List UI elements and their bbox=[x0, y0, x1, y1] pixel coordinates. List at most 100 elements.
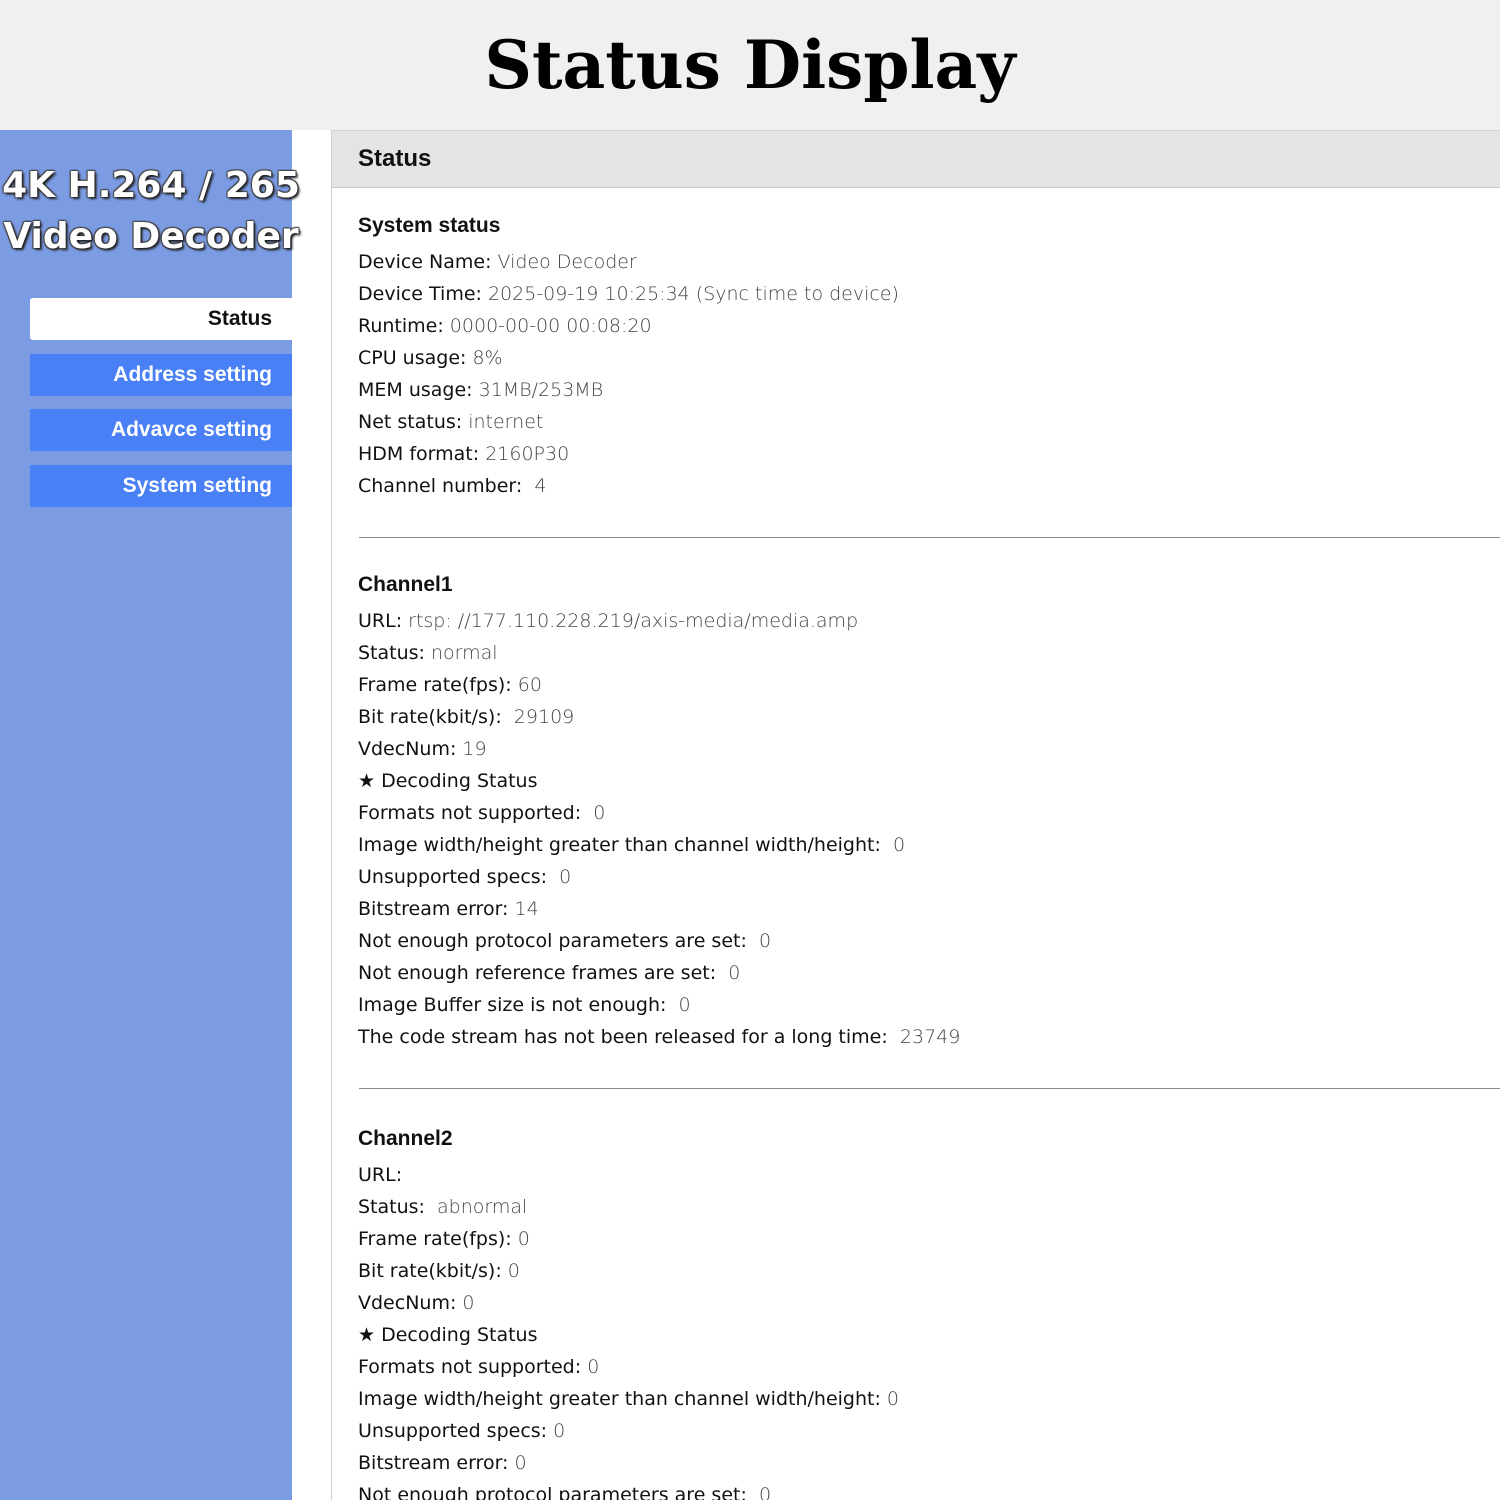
channel1-row: VdecNum: 19 bbox=[358, 738, 487, 760]
channel2-row-value: 0 bbox=[746, 1484, 772, 1500]
sidebar-item-system-setting[interactable]: System setting bbox=[30, 465, 292, 507]
top-header: Status Display bbox=[0, 0, 1500, 130]
system-status-row: CPU usage: 8% bbox=[358, 347, 503, 369]
channel1-row: ★ Decoding Status bbox=[358, 770, 538, 792]
sidebar-item-advance-setting[interactable]: Advavce setting bbox=[30, 409, 292, 451]
channel1-row: Image width/height greater than channel … bbox=[358, 834, 905, 856]
channel2-row-label: Status: bbox=[358, 1196, 425, 1218]
brand-line-2: Video Decoder bbox=[3, 216, 299, 257]
channel1-row-label: Image Buffer size is not enough: bbox=[358, 994, 667, 1016]
channel2-row-label: Image width/height greater than channel … bbox=[358, 1388, 881, 1410]
channel1-row: Image Buffer size is not enough: 0 bbox=[358, 994, 691, 1016]
system-status-row-label: MEM usage: bbox=[358, 379, 473, 401]
system-status-row: Runtime: 0000-00-00 00:08:20 bbox=[358, 315, 652, 337]
channel1-row-value: 19 bbox=[456, 738, 487, 760]
channel1-row: Bitstream error: 14 bbox=[358, 898, 539, 920]
channel1-row: Not enough reference frames are set: 0 bbox=[358, 962, 740, 984]
channel1-row-value: 0 bbox=[581, 802, 606, 824]
system-status-row-value: 31MB/253MB bbox=[472, 379, 604, 401]
channel2-row: Unsupported specs: 0 bbox=[358, 1420, 565, 1442]
channel1-row-value: rtsp: //177.110.228.219/axis-media/media… bbox=[402, 610, 859, 632]
channel1-row-value: 0 bbox=[666, 994, 691, 1016]
page-title: Status Display bbox=[484, 26, 1016, 104]
system-status-row-value: internet bbox=[462, 411, 544, 433]
system-status-row-value: 8% bbox=[466, 347, 503, 369]
channel1-row-value: 0 bbox=[746, 930, 772, 952]
channel1-row-label: Not enough protocol parameters are set: bbox=[358, 930, 747, 952]
channel2-row-label: Bit rate(kbit/s): bbox=[358, 1260, 502, 1282]
channel2-row: Bit rate(kbit/s): 0 bbox=[358, 1260, 520, 1282]
channel1-row: URL: rtsp: //177.110.228.219/axis-media/… bbox=[358, 610, 858, 632]
system-status-row-label: CPU usage: bbox=[358, 347, 467, 369]
system-status-row-value: 2160P30 bbox=[479, 443, 570, 465]
system-status-row-value: 2025-09-19 10:25:34 (Sync time to device… bbox=[481, 283, 899, 305]
channel1-row-label: Image width/height greater than channel … bbox=[358, 834, 881, 856]
channel2-row-value: 0 bbox=[547, 1420, 566, 1442]
channel2-row: ★ Decoding Status bbox=[358, 1324, 538, 1346]
channel2-row-value: 0 bbox=[456, 1292, 475, 1314]
sidebar-item-address-setting[interactable]: Address setting bbox=[30, 354, 292, 396]
brand-line-1: 4K H.264 / 265 bbox=[2, 165, 300, 206]
channel1-row-label: VdecNum: bbox=[358, 738, 457, 760]
channel1-row-label: Bit rate(kbit/s): bbox=[358, 706, 502, 728]
system-status-row-label: Device Name: bbox=[358, 251, 492, 273]
divider bbox=[359, 1088, 1500, 1089]
channel2-heading: Channel2 bbox=[358, 1127, 453, 1150]
system-status-row-label: HDM format: bbox=[358, 443, 480, 465]
channel1-row-label: Bitstream error: bbox=[358, 898, 509, 920]
channel1-row-label: The code stream has not been released fo… bbox=[358, 1026, 888, 1048]
channel2-row-label: VdecNum: bbox=[358, 1292, 457, 1314]
channel2-row-label: Formats not supported: bbox=[358, 1356, 582, 1378]
channel1-row-value: 0 bbox=[716, 962, 741, 984]
channel2-row-value: 0 bbox=[581, 1356, 600, 1378]
channel2-row: URL: bbox=[358, 1164, 402, 1186]
channel1-row: Unsupported specs: 0 bbox=[358, 866, 571, 888]
system-status-row-value: Video Decoder bbox=[491, 251, 637, 273]
system-status-row: Net status: internet bbox=[358, 411, 543, 433]
channel1-row-label: Not enough reference frames are set: bbox=[358, 962, 717, 984]
channel2-row-label: URL: bbox=[358, 1164, 403, 1186]
channel2-row-label: ★ Decoding Status bbox=[358, 1324, 538, 1346]
channel2-row-value: 0 bbox=[508, 1452, 527, 1474]
channel1-row-label: ★ Decoding Status bbox=[358, 770, 538, 792]
divider bbox=[359, 537, 1500, 538]
channel1-row-value: normal bbox=[424, 642, 498, 664]
sidebar: 4K H.264 / 265 Video Decoder Status Addr… bbox=[0, 130, 300, 1500]
channel2-row: Not enough protocol parameters are set: … bbox=[358, 1484, 771, 1500]
system-status-row: MEM usage: 31MB/253MB bbox=[358, 379, 603, 401]
channel1-row: Bit rate(kbit/s): 29109 bbox=[358, 706, 574, 728]
channel1-row-label: Frame rate(fps): bbox=[358, 674, 512, 696]
channel1-row: Status: normal bbox=[358, 642, 498, 664]
brand-logo-text: 4K H.264 / 265 Video Decoder bbox=[0, 160, 302, 262]
system-status-row-label: Device Time: bbox=[358, 283, 482, 305]
channel2-row: Frame rate(fps): 0 bbox=[358, 1228, 530, 1250]
channel2-row-value: 0 bbox=[501, 1260, 520, 1282]
system-status-row: Device Time: 2025-09-19 10:25:34 (Sync t… bbox=[358, 283, 899, 305]
system-status-row-label: Net status: bbox=[358, 411, 463, 433]
channel1-row-value: 29109 bbox=[501, 706, 575, 728]
panel-header: Status bbox=[332, 130, 1500, 188]
system-status-row-label: Runtime: bbox=[358, 315, 444, 337]
channel1-row: Formats not supported: 0 bbox=[358, 802, 605, 824]
channel2-row-value: abnormal bbox=[424, 1196, 528, 1218]
channel1-row-label: Formats not supported: bbox=[358, 802, 582, 824]
channel2-row-label: Not enough protocol parameters are set: bbox=[358, 1484, 747, 1500]
channel2-row-value: 0 bbox=[511, 1228, 530, 1250]
channel1-row: The code stream has not been released fo… bbox=[358, 1026, 960, 1048]
channel2-row-label: Frame rate(fps): bbox=[358, 1228, 512, 1250]
channel1-row-value: 23749 bbox=[887, 1026, 961, 1048]
system-status-row: Device Name: Video Decoder bbox=[358, 251, 637, 273]
system-status-row: Channel number: 4 bbox=[358, 475, 546, 497]
channel2-row-label: Bitstream error: bbox=[358, 1452, 509, 1474]
channel2-row: Formats not supported: 0 bbox=[358, 1356, 599, 1378]
channel1-row-value: 0 bbox=[547, 866, 572, 888]
channel1-row-value: 60 bbox=[511, 674, 542, 696]
channel1-row-label: URL: bbox=[358, 610, 403, 632]
system-status-heading: System status bbox=[358, 214, 501, 237]
channel2-row-value: 0 bbox=[880, 1388, 900, 1410]
channel1-row: Frame rate(fps): 60 bbox=[358, 674, 542, 696]
sidebar-item-status[interactable]: Status bbox=[30, 298, 292, 340]
channel2-row: Image width/height greater than channel … bbox=[358, 1388, 899, 1410]
channel2-row: Status: abnormal bbox=[358, 1196, 527, 1218]
channel1-row-label: Unsupported specs: bbox=[358, 866, 548, 888]
